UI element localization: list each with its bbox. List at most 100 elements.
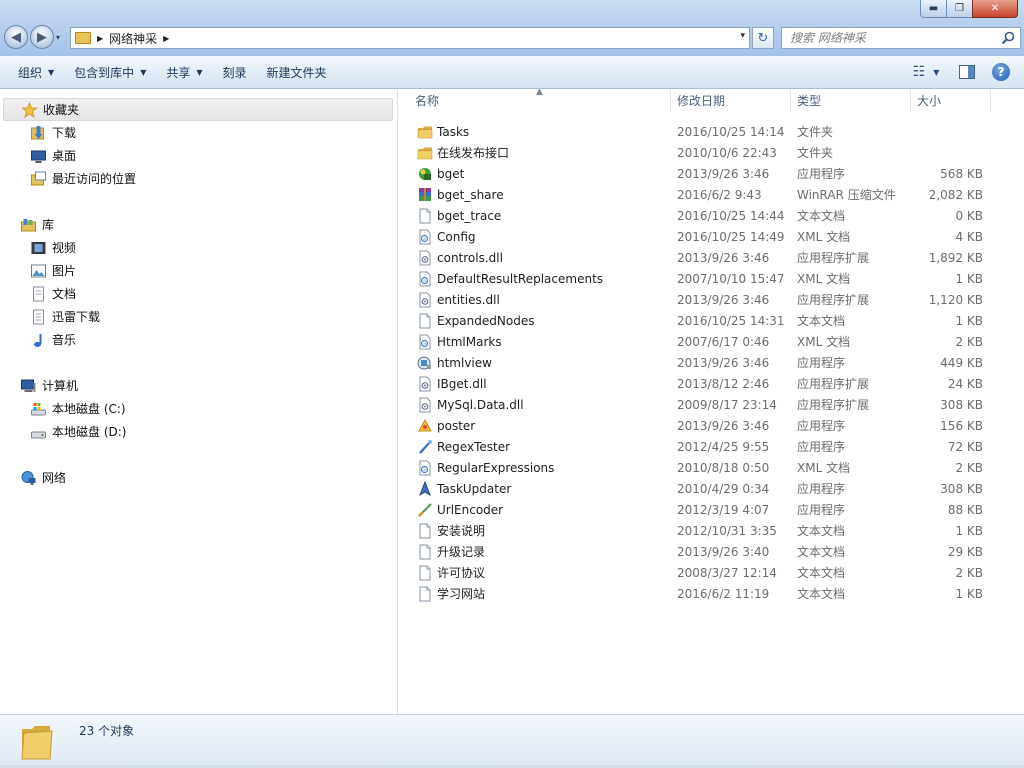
svg-text:e: e — [423, 279, 426, 284]
burn-button[interactable]: 刻录 — [213, 60, 257, 84]
file-size: 0 KB — [955, 209, 983, 223]
file-name: 学习网站 — [437, 587, 486, 601]
sidebar-item-computer[interactable]: 计算机 — [0, 374, 396, 397]
libraries-group: 库 视频 图片 文档 迅雷下载 音乐 — [0, 213, 396, 351]
search-icon[interactable] — [1001, 31, 1015, 45]
close-button[interactable]: ✕ — [972, 0, 1018, 18]
minimize-button[interactable]: ▬ — [920, 0, 947, 18]
file-name: Tasks — [437, 125, 470, 139]
sidebar-item-libraries[interactable]: 库 — [0, 213, 396, 236]
file-size: 2,082 KB — [928, 188, 983, 202]
sidebar-item-drive-c[interactable]: 本地磁盘 (C:) — [0, 397, 396, 420]
column-size[interactable]: 大小 — [911, 90, 991, 113]
sidebar-item-drive-d[interactable]: 本地磁盘 (D:) — [0, 420, 396, 443]
breadcrumb-separator-icon[interactable]: ▶ — [97, 34, 103, 43]
navigation-pane: 收藏夹 下载 桌面 最近访问的位置 库 视频 图片 文档 迅雷下载 音乐 计算机… — [0, 90, 398, 714]
file-row[interactable]: IBget.dll 2013/8/12 2:46 应用程序扩展 24 KB — [398, 374, 1024, 395]
text-file-icon — [419, 544, 431, 560]
xml-file-icon: e — [419, 334, 431, 350]
file-date-modified: 2013/8/12 2:46 — [677, 377, 770, 391]
back-arrow-icon: ◀ — [11, 29, 21, 45]
file-row[interactable]: entities.dll 2013/9/26 3:46 应用程序扩展 1,120 KB — [398, 290, 1024, 311]
file-row[interactable]: Tasks 2016/10/25 14:14 文件夹 — [398, 122, 1024, 143]
breadcrumb-current[interactable]: 网络神采 — [109, 30, 157, 47]
include-in-library-menu[interactable]: 包含到库中 ▼ — [64, 60, 156, 84]
forward-arrow-icon: ▶ — [37, 29, 47, 45]
file-type: 文件夹 — [797, 125, 834, 139]
file-type: 文本文档 — [797, 587, 846, 601]
search-input[interactable] — [782, 28, 992, 48]
file-row[interactable]: bget_share 2016/6/2 9:43 WinRAR 压缩文件 2,082 … — [398, 185, 1024, 206]
file-row[interactable]: 学习网站 2016/6/2 11:19 文本文档 1 KB — [398, 584, 1024, 605]
column-name[interactable]: 名称 — [409, 90, 671, 113]
share-menu[interactable]: 共享 ▼ — [156, 60, 212, 84]
svg-text:e: e — [423, 237, 426, 242]
text-file-icon — [419, 523, 431, 539]
music-icon — [34, 333, 42, 347]
file-type: 文本文档 — [797, 209, 846, 223]
file-row[interactable]: e Config 2016/10/25 14:49 XML 文档 4 KB — [398, 227, 1024, 248]
file-type: XML 文档 — [797, 461, 851, 475]
file-size: 308 KB — [940, 482, 983, 496]
file-size: 308 KB — [940, 398, 983, 412]
file-row[interactable]: 升级记录 2013/9/26 3:40 文本文档 29 KB — [398, 542, 1024, 563]
file-date-modified: 2013/9/26 3:46 — [677, 356, 770, 370]
refresh-button[interactable]: ↻ — [752, 27, 774, 49]
updater-app-icon — [419, 481, 431, 497]
file-row[interactable]: e DefaultResultReplacements 2007/10/10 15:… — [398, 269, 1024, 290]
sidebar-item-network[interactable]: 网络 — [0, 466, 396, 489]
file-row[interactable]: e HtmlMarks 2007/6/17 0:46 XML 文档 2 KB — [398, 332, 1024, 353]
file-row[interactable]: UrlEncoder 2012/3/19 4:07 应用程序 88 KB — [398, 500, 1024, 521]
sidebar-item-pictures[interactable]: 图片 — [0, 259, 396, 282]
breadcrumb-separator-icon[interactable]: ▶ — [163, 34, 169, 43]
file-row[interactable]: 许可协议 2008/3/27 12:14 文本文档 2 KB — [398, 563, 1024, 584]
help-button[interactable]: ? — [988, 60, 1014, 84]
sidebar-item-documents[interactable]: 文档 — [0, 282, 396, 305]
file-row[interactable]: MySql.Data.dll 2009/8/17 23:14 应用程序扩展 308 K… — [398, 395, 1024, 416]
file-row[interactable]: RegexTester 2012/4/25 9:55 应用程序 72 KB — [398, 437, 1024, 458]
file-row[interactable]: bget 2013/9/26 3:46 应用程序 568 KB — [398, 164, 1024, 185]
recent-pages-button[interactable]: ▾ — [56, 33, 66, 42]
urlencoder-app-icon — [418, 503, 432, 517]
file-row[interactable]: ExpandedNodes 2016/10/25 14:31 文本文档 1 KB — [398, 311, 1024, 332]
file-row[interactable]: 安装说明 2012/10/31 3:35 文本文档 1 KB — [398, 521, 1024, 542]
sidebar-item-thunder-downloads[interactable]: 迅雷下载 — [0, 305, 396, 328]
file-type: 文本文档 — [797, 524, 846, 538]
address-history-button[interactable]: ▾ — [740, 31, 745, 41]
forward-button[interactable]: ▶ — [30, 25, 54, 49]
file-name: controls.dll — [437, 251, 503, 265]
file-size: 1 KB — [955, 314, 983, 328]
file-row[interactable]: controls.dll 2013/9/26 3:46 应用程序扩展 1,892 KB — [398, 248, 1024, 269]
file-row[interactable]: bget_trace 2016/10/25 14:44 文本文档 0 KB — [398, 206, 1024, 227]
sidebar-item-videos[interactable]: 视频 — [0, 236, 396, 259]
organize-menu[interactable]: 组织 ▼ — [8, 60, 64, 84]
file-row[interactable]: 在线发布接口 2010/10/6 22:43 文件夹 — [398, 143, 1024, 164]
file-row[interactable]: htmlview 2013/9/26 3:46 应用程序 449 KB — [398, 353, 1024, 374]
file-date-modified: 2010/8/18 0:50 — [677, 461, 770, 475]
sidebar-item-favorites[interactable]: 收藏夹 — [3, 98, 393, 121]
sidebar-item-music[interactable]: 音乐 — [0, 328, 396, 351]
change-view-button[interactable]: ☷ ▼ — [906, 60, 946, 84]
file-date-modified: 2008/3/27 12:14 — [677, 566, 777, 580]
back-button[interactable]: ◀ — [4, 25, 28, 49]
file-row[interactable]: e RegularExpressions 2010/8/18 0:50 XML 文档 2… — [398, 458, 1024, 479]
column-type[interactable]: 类型 — [791, 90, 911, 113]
new-folder-button[interactable]: 新建文件夹 — [257, 60, 337, 84]
sidebar-item-downloads[interactable]: 下载 — [0, 121, 396, 144]
file-type: 应用程序扩展 — [797, 398, 870, 412]
svg-text:e: e — [423, 342, 426, 347]
address-bar[interactable]: ▶ 网络神采 ▶ ▾ — [70, 27, 750, 49]
sidebar-item-desktop[interactable]: 桌面 — [0, 144, 396, 167]
file-row[interactable]: TaskUpdater 2010/4/29 0:34 应用程序 308 KB — [398, 479, 1024, 500]
sidebar-item-recent-places[interactable]: 最近访问的位置 — [0, 167, 396, 190]
window-controls: ▬ ❐ ✕ — [920, 0, 1018, 18]
refresh-icon: ↻ — [757, 30, 769, 46]
network-icon — [21, 470, 36, 485]
column-date-modified[interactable]: 修改日期 — [671, 90, 791, 113]
column-header: ▲ 名称 修改日期 类型 大小 — [398, 87, 1024, 113]
details-pane: 23 个对象 — [0, 714, 1024, 768]
file-row[interactable]: poster 2013/9/26 3:46 应用程序 156 KB — [398, 416, 1024, 437]
file-type: 应用程序 — [797, 482, 846, 496]
maximize-button[interactable]: ❐ — [946, 0, 973, 18]
preview-pane-button[interactable] — [954, 60, 980, 84]
